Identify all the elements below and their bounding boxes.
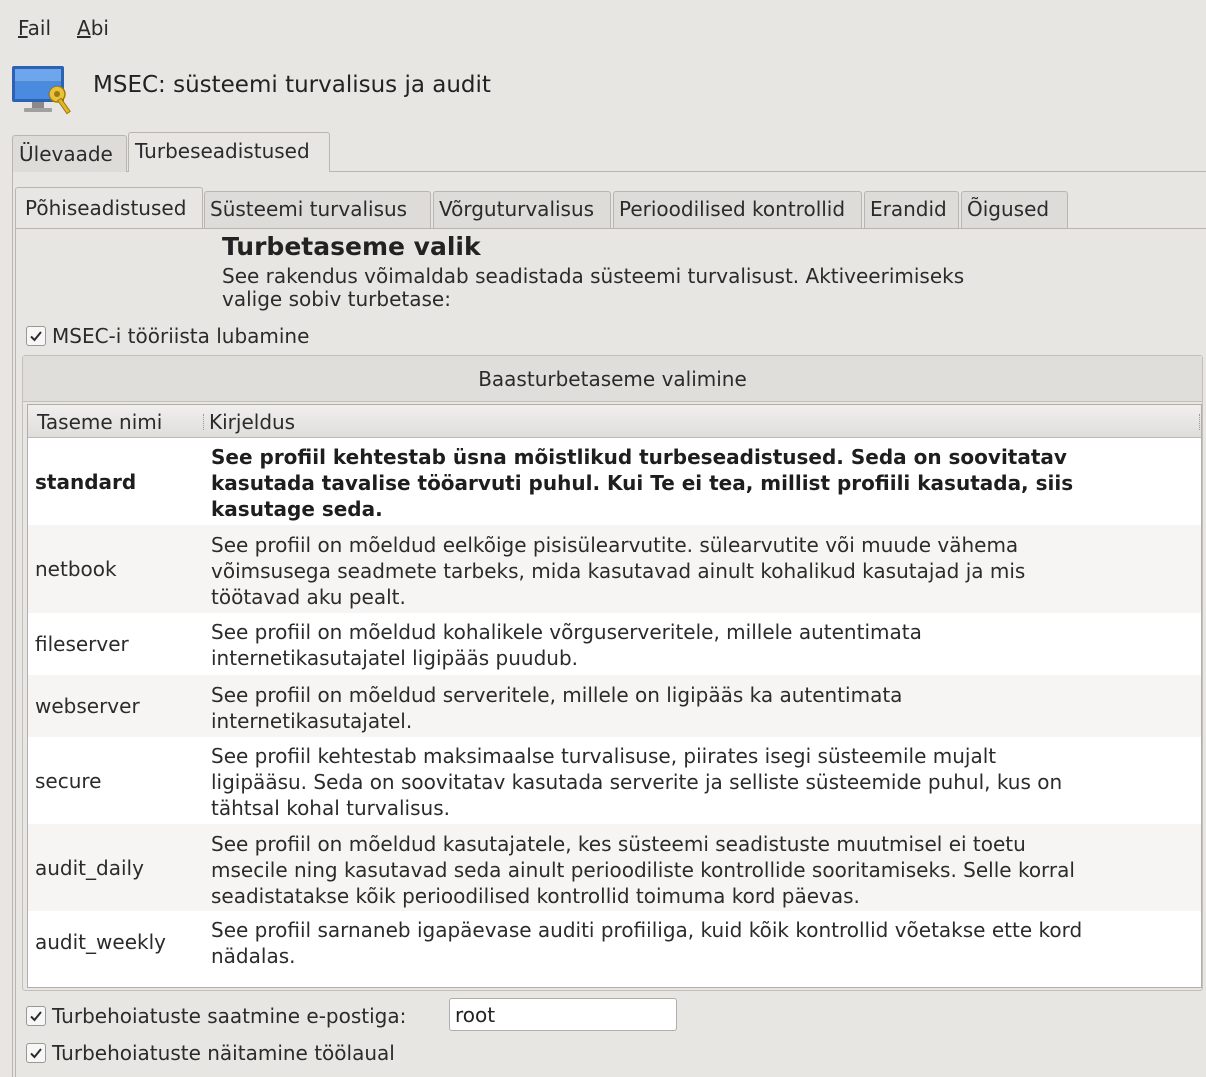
email-alerts-checkbox[interactable] <box>26 1006 46 1026</box>
desktop-alerts-label: Turbehoiatuste näitamine töölaual <box>52 1041 395 1065</box>
tab-permissions[interactable]: Õigused <box>961 191 1068 228</box>
table-row[interactable]: webserver See profiil on mõeldud serverit… <box>28 675 1201 737</box>
level-description-cell: See profiil kehtestab üsna mõistlikud tu… <box>211 445 1074 521</box>
level-name-cell: secure <box>35 768 102 793</box>
app-header: MSEC: süsteemi turvalisus ja audit <box>0 56 1206 120</box>
column-header-description[interactable]: Kirjeldus <box>209 410 295 434</box>
table-row[interactable]: audit_daily See profiil on mõeldud kasuta… <box>28 824 1201 911</box>
tab-periodic-checks[interactable]: Perioodilised kontrollid <box>613 191 862 228</box>
menu-bar: Fail Abi <box>0 0 1206 46</box>
column-separator[interactable] <box>1199 414 1200 430</box>
section-description: See rakendus võimaldab seadistada süstee… <box>222 264 965 311</box>
monitor-key-icon <box>12 62 74 118</box>
menu-help[interactable]: Abi <box>77 16 109 40</box>
table-row[interactable]: secure See profiil kehtestab maksimaalse … <box>28 737 1201 824</box>
enable-msec-label: MSEC-i tööriista lubamine <box>52 324 310 348</box>
level-description-cell: See profiil on mõeldud serveritele, mill… <box>211 683 903 733</box>
group-title: Baasturbetaseme valimine <box>23 356 1202 402</box>
check-icon <box>30 1048 42 1059</box>
email-alerts-label: Turbehoiatuste saatmine e-postiga: <box>52 1004 407 1028</box>
email-recipient-input[interactable] <box>449 998 677 1031</box>
base-level-group: Baasturbetaseme valimine Taseme nimi Kir… <box>22 355 1203 991</box>
level-name-cell: audit_daily <box>35 855 144 880</box>
level-description-cell: See profiil kehtestab maksimaalse turval… <box>211 744 1063 820</box>
level-name-cell: standard <box>35 469 137 494</box>
table-row[interactable]: audit_weekly See profiil sarnaneb igapäev… <box>28 911 1201 972</box>
level-description-cell: See profiil on mõeldud eelkõige pisisüle… <box>211 533 1026 609</box>
enable-msec-row[interactable]: MSEC-i tööriista lubamine <box>26 324 309 348</box>
levels-table: Taseme nimi Kirjeldus standard See profii… <box>27 404 1202 988</box>
table-row[interactable]: netbook See profiil on mõeldud eelkõige p… <box>28 525 1201 613</box>
desktop-alerts-checkbox[interactable] <box>26 1043 46 1063</box>
level-description-cell: See profiil on mõeldud kasutajatele, kes… <box>211 832 1075 908</box>
level-description-cell: See profiil on mõeldud kohalikele võrgus… <box>211 620 922 670</box>
enable-msec-checkbox[interactable] <box>26 326 46 346</box>
email-alerts-row[interactable]: Turbehoiatuste saatmine e-postiga: <box>26 1004 406 1028</box>
table-row[interactable]: fileserver See profiil on mõeldud kohalik… <box>28 613 1201 675</box>
table-header: Taseme nimi Kirjeldus <box>28 405 1201 438</box>
app-title: MSEC: süsteemi turvalisus ja audit <box>93 72 491 98</box>
column-header-level-name[interactable]: Taseme nimi <box>37 410 162 434</box>
tab-basic-settings[interactable]: Põhiseadistused <box>15 187 203 228</box>
column-separator[interactable] <box>203 414 204 430</box>
tab-network-security[interactable]: Võrguturvalisus <box>433 191 611 228</box>
tab-exceptions[interactable]: Erandid <box>864 191 959 228</box>
section-title: Turbetaseme valik <box>222 232 481 261</box>
check-icon <box>30 331 42 342</box>
tab-overview[interactable]: Ülevaade <box>12 135 127 172</box>
check-icon <box>30 1011 42 1022</box>
level-name-cell: audit_weekly <box>35 929 166 954</box>
level-name-cell: netbook <box>35 557 117 581</box>
table-row[interactable]: standard See profiil kehtestab üsna mõist… <box>28 438 1201 525</box>
level-description-cell: See profiil sarnaneb igapäevase auditi p… <box>211 918 1083 968</box>
tab-security-settings[interactable]: Turbeseadistused <box>128 132 330 172</box>
desktop-alerts-row[interactable]: Turbehoiatuste näitamine töölaual <box>26 1041 395 1065</box>
menu-file[interactable]: Fail <box>18 16 51 40</box>
tab-system-security[interactable]: Süsteemi turvalisus <box>204 191 431 228</box>
level-name-cell: fileserver <box>35 632 129 656</box>
level-name-cell: webserver <box>35 694 140 718</box>
